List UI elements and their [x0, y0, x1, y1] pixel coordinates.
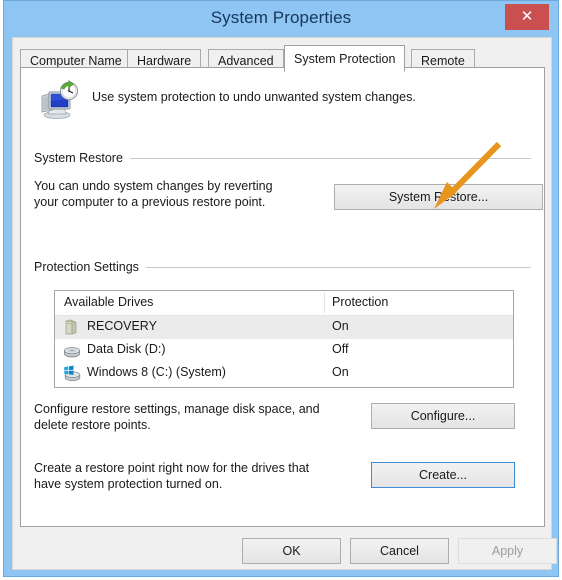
column-header-protection: Protection: [332, 295, 389, 309]
configure-description-line2: delete restore points.: [34, 418, 151, 432]
windows-system-drive-icon: [64, 365, 81, 381]
system-properties-dialog: System Properties ✕ Computer Name Hardwa…: [3, 0, 559, 577]
drive-name: Data Disk (D:): [87, 342, 166, 356]
window-title: System Properties: [210, 8, 352, 27]
hard-disk-icon: [64, 347, 80, 358]
create-button[interactable]: Create...: [371, 462, 515, 488]
ok-button[interactable]: OK: [242, 538, 341, 564]
drive-protection-status: Off: [332, 342, 349, 356]
drive-name: RECOVERY: [87, 319, 157, 333]
tab-system-protection[interactable]: System Protection: [284, 45, 406, 72]
header-row: Use system protection to undo unwanted s…: [34, 80, 534, 126]
system-restore-monitor-clock-icon: [41, 80, 79, 119]
column-header-available-drives: Available Drives: [64, 295, 154, 309]
drives-list-header: Available Drives Protection: [55, 291, 513, 316]
title-bar[interactable]: System Properties ✕: [4, 1, 558, 37]
drive-protection-status: On: [332, 365, 349, 379]
table-row[interactable]: Data Disk (D:) Off: [55, 339, 513, 362]
group-label-protection-settings: Protection Settings: [34, 260, 146, 274]
dialog-body: Computer Name Hardware Advanced System P…: [12, 37, 557, 570]
drive-protection-status: On: [332, 319, 349, 333]
create-description-line2: have system protection turned on.: [34, 477, 223, 491]
table-row[interactable]: Windows 8 (C:) (System) On: [55, 362, 513, 385]
dialog-button-bar: OK Cancel Apply: [13, 532, 557, 570]
table-row[interactable]: RECOVERY On: [55, 316, 513, 339]
system-restore-description-line1: You can undo system changes by reverting: [34, 179, 273, 193]
cancel-button[interactable]: Cancel: [350, 538, 449, 564]
system-restore-description: You can undo system changes by reverting…: [34, 178, 324, 210]
header-description: Use system protection to undo unwanted s…: [92, 90, 416, 104]
system-restore-button[interactable]: System Restore...: [334, 184, 543, 210]
drive-name: Windows 8 (C:) (System): [87, 365, 226, 379]
group-label-system-restore: System Restore: [34, 151, 130, 165]
system-protection-tab-page: Use system protection to undo unwanted s…: [20, 67, 545, 527]
configure-button[interactable]: Configure...: [371, 403, 515, 429]
create-description-line1: Create a restore point right now for the…: [34, 461, 310, 475]
configure-description: Configure restore settings, manage disk …: [34, 401, 344, 433]
configure-description-line1: Configure restore settings, manage disk …: [34, 402, 320, 416]
close-icon[interactable]: ✕: [505, 4, 549, 30]
recovery-drive-icon: [65, 319, 77, 335]
create-description: Create a restore point right now for the…: [34, 460, 344, 492]
column-divider: [324, 293, 325, 313]
available-drives-list[interactable]: Available Drives Protection RECOVERY On: [54, 290, 514, 388]
system-restore-description-line2: your computer to a previous restore poin…: [34, 195, 266, 209]
apply-button: Apply: [458, 538, 557, 564]
